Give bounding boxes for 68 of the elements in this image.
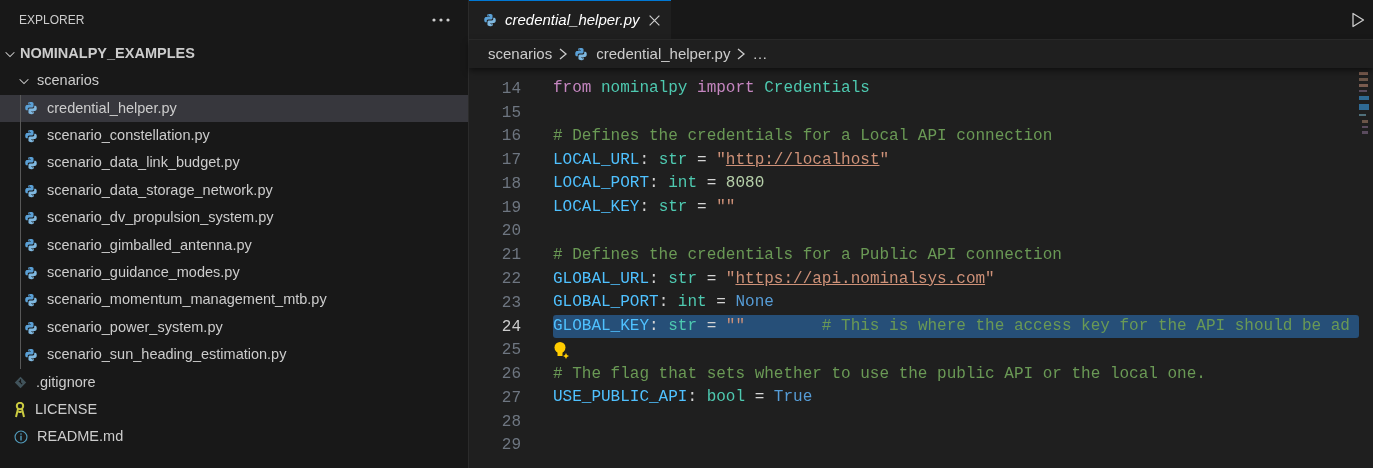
breadcrumb-more[interactable]: … [752,42,768,66]
python-file-icon [24,128,38,143]
sidebar-title: EXPLORER [19,12,85,29]
file-tab[interactable]: credential_helper.py [469,0,671,39]
chevron-icon [558,47,569,61]
file-item[interactable]: scenario_data_link_budget.py [0,149,468,177]
line-number: 25 [500,340,521,362]
run-icon[interactable] [1351,11,1365,28]
python-file-icon [24,238,38,253]
code-line: LOCAL_URL: str = "http://localhost" [553,149,891,171]
diamond-icon [14,375,27,389]
breadcrumb-item[interactable]: credential_helper.py [596,42,731,66]
file-item[interactable]: scenario_constellation.py [0,122,468,150]
python-file-icon [24,183,38,198]
file-item[interactable]: scenario_dv_propulsion_system.py [0,204,468,232]
python-file-icon [24,320,38,335]
line-number: 28 [500,411,521,433]
code-line: from nominalpy import Credentials [553,78,871,100]
code-line: LOCAL_PORT: int = 8080 [553,173,766,195]
file-item[interactable]: scenario_gimballed_antenna.py [0,231,468,260]
more-actions-icon[interactable] [432,18,450,22]
line-number: 15 [500,102,521,124]
line-number: 22 [500,269,521,290]
file-item[interactable]: scenario_momentum_management_mtb.py [0,286,468,314]
file-item[interactable]: LICENSE [0,396,468,424]
file-item[interactable]: credential_helper.py [0,94,468,123]
code-line: USE_PUBLIC_API: bool = True [553,387,814,409]
python-file-icon [24,211,38,226]
minimap-drawing [1359,72,1369,134]
python-file-icon [24,156,38,171]
line-number: 23 [500,292,521,314]
file-item[interactable]: scenario_power_system.py [0,313,468,342]
folder-item[interactable]: NOMINALPY_EXAMPLES [0,40,468,68]
line-number: 26 [500,364,521,386]
python-file-icon [574,47,589,61]
code-line: LOCAL_KEY: str = "" [553,197,737,219]
folder-item[interactable]: scenarios [0,67,468,95]
python-file-icon [24,348,38,362]
line-number: 17 [500,150,521,172]
code-line: # The flag that sets whether to use the public API or the local one. [553,363,1207,385]
breadcrumb-item[interactable]: scenarios [488,42,553,66]
file-item[interactable]: scenario_guidance_modes.py [0,259,468,287]
line-number: 14 [500,78,521,100]
line-number: 20 [500,221,521,243]
chevron-icon [736,47,747,61]
lightbulb-icon[interactable] [553,341,571,360]
python-file-icon [24,293,38,308]
code-line: GLOBAL_URL: str = "https://api.nominalsys.com" [553,268,996,290]
close-icon[interactable] [647,13,661,27]
python-file-icon [24,265,38,280]
line-number: 27 [500,387,521,409]
file-item[interactable]: README.md [0,423,468,451]
info-icon [14,430,28,445]
code-line: # Defines the credentials for a Local API connection [553,125,1054,147]
line-number: 19 [500,197,521,219]
line-number: 21 [500,245,521,267]
line-number: 16 [500,126,521,148]
file-item[interactable]: .gitignore [0,368,468,397]
line-number: 24 [500,316,521,338]
code-line: GLOBAL_PORT: int = None [553,292,775,314]
python-file-icon [483,13,497,27]
line-number: 18 [500,173,521,195]
python-file-icon [24,101,38,116]
code-line: # Defines the credentials for a Public API connection [553,244,1063,266]
key-icon [14,401,26,418]
file-item[interactable]: scenario_sun_heading_estimation.py [0,341,468,369]
line-number: 29 [500,435,521,457]
file-item[interactable]: scenario_data_storage_network.py [0,176,468,205]
